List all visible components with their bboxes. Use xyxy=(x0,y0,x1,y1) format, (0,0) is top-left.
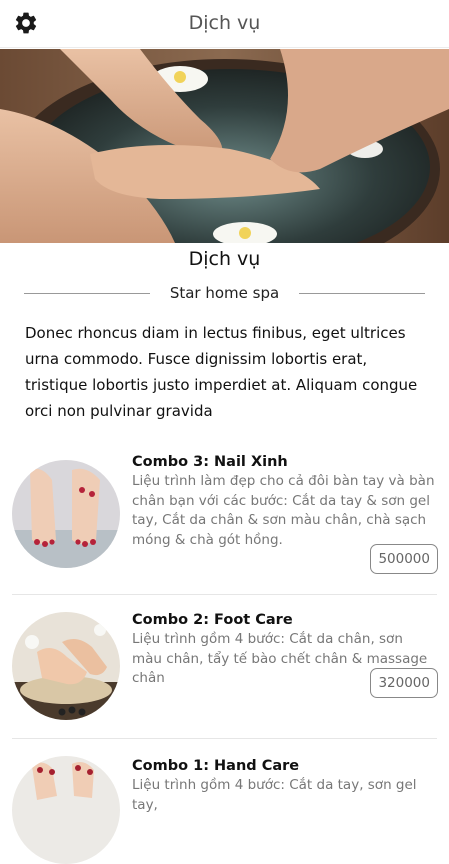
intro-paragraph: Donec rhoncus diam in lectus finibus, eg… xyxy=(25,324,418,420)
service-title: Combo 2: Foot Care xyxy=(132,612,293,628)
list-divider xyxy=(12,738,437,739)
price-badge[interactable]: 500000 xyxy=(370,544,438,574)
service-item[interactable]: Combo 1: Hand Care Liệu trình gồm 4 bước… xyxy=(0,756,449,864)
section-subtitle-row: Star home spa xyxy=(24,283,425,305)
service-item[interactable]: Combo 3: Nail Xinh Liệu trình làm đẹp ch… xyxy=(0,452,449,592)
service-description: Liệu trình gồm 4 bước: Cắt da tay, sơn g… xyxy=(132,777,417,813)
service-item[interactable]: Combo 2: Foot Care Liệu trình gồm 4 bước… xyxy=(0,612,449,732)
top-app-bar: Dịch vụ xyxy=(0,0,449,48)
service-thumbnail xyxy=(12,460,120,568)
service-description: Liệu trình làm đẹp cho cả đôi bàn tay và… xyxy=(132,473,435,548)
list-divider xyxy=(12,594,437,595)
service-title: Combo 1: Hand Care xyxy=(132,758,300,774)
service-thumbnail xyxy=(12,756,120,864)
service-title: Combo 3: Nail Xinh xyxy=(132,454,288,470)
page-title: Dịch vụ xyxy=(188,12,261,34)
hero-image xyxy=(0,49,449,243)
service-thumbnail xyxy=(12,612,120,720)
price-badge[interactable]: 320000 xyxy=(370,668,438,698)
section-title: Dịch vụ xyxy=(188,248,261,270)
divider-line xyxy=(299,293,425,294)
